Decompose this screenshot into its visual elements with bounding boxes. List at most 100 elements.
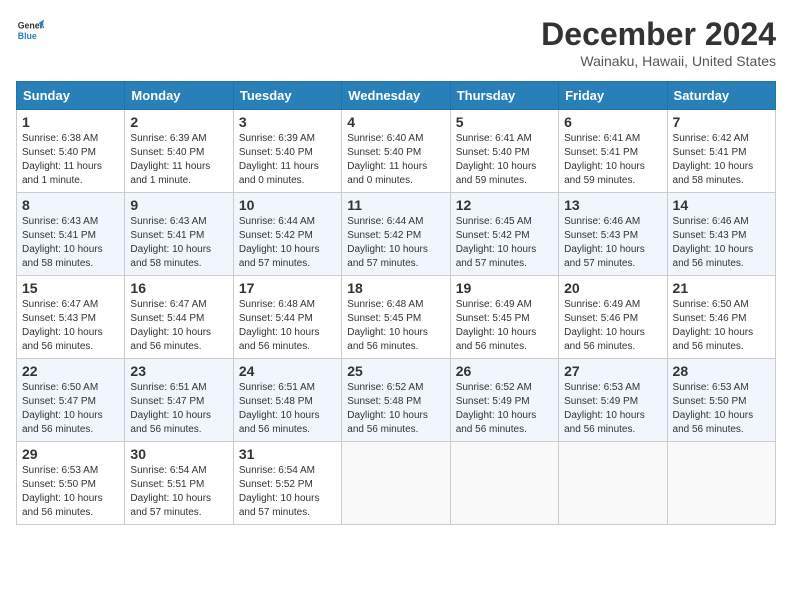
day-cell: 11 Sunrise: 6:44 AMSunset: 5:42 PMDayligh…	[342, 193, 450, 276]
day-cell	[559, 442, 667, 525]
day-info: Sunrise: 6:54 AMSunset: 5:51 PMDaylight:…	[130, 464, 227, 520]
day-number: 13	[564, 197, 661, 213]
day-number: 25	[347, 363, 444, 379]
day-cell: 4 Sunrise: 6:40 AMSunset: 5:40 PMDaylight…	[342, 110, 450, 193]
day-number: 16	[130, 280, 227, 296]
day-number: 19	[456, 280, 553, 296]
day-cell: 17 Sunrise: 6:48 AMSunset: 5:44 PMDayligh…	[233, 276, 341, 359]
title-block: December 2024 Wainaku, Hawaii, United St…	[541, 16, 776, 69]
day-info: Sunrise: 6:39 AMSunset: 5:40 PMDaylight:…	[130, 132, 227, 188]
day-info: Sunrise: 6:40 AMSunset: 5:40 PMDaylight:…	[347, 132, 444, 188]
day-cell: 20 Sunrise: 6:49 AMSunset: 5:46 PMDayligh…	[559, 276, 667, 359]
day-number: 4	[347, 114, 444, 130]
svg-text:General: General	[18, 20, 44, 30]
day-cell: 6Sunrise: 6:41 AMSunset: 5:41 PMDaylight…	[559, 110, 667, 193]
day-cell: 14Sunrise: 6:46 AMSunset: 5:43 PMDayligh…	[667, 193, 775, 276]
page-header: General Blue December 2024 Wainaku, Hawa…	[16, 16, 776, 69]
day-info: Sunrise: 6:44 AMSunset: 5:42 PMDaylight:…	[239, 215, 336, 271]
day-cell: 24 Sunrise: 6:51 AMSunset: 5:48 PMDayligh…	[233, 359, 341, 442]
day-info: Sunrise: 6:45 AMSunset: 5:42 PMDaylight:…	[456, 215, 553, 271]
day-cell: 27 Sunrise: 6:53 AMSunset: 5:49 PMDayligh…	[559, 359, 667, 442]
day-cell: 10 Sunrise: 6:44 AMSunset: 5:42 PMDayligh…	[233, 193, 341, 276]
day-number: 23	[130, 363, 227, 379]
week-row-2: 8 Sunrise: 6:43 AMSunset: 5:41 PMDaylight…	[17, 193, 776, 276]
day-number: 29	[22, 446, 119, 462]
day-cell: 16 Sunrise: 6:47 AMSunset: 5:44 PMDayligh…	[125, 276, 233, 359]
day-number: 27	[564, 363, 661, 379]
day-cell: 22Sunrise: 6:50 AMSunset: 5:47 PMDayligh…	[17, 359, 125, 442]
month-title: December 2024	[541, 16, 776, 53]
week-row-1: 1 Sunrise: 6:38 AMSunset: 5:40 PMDaylight…	[17, 110, 776, 193]
day-cell: 23 Sunrise: 6:51 AMSunset: 5:47 PMDayligh…	[125, 359, 233, 442]
day-cell: 30 Sunrise: 6:54 AMSunset: 5:51 PMDayligh…	[125, 442, 233, 525]
day-cell: 8 Sunrise: 6:43 AMSunset: 5:41 PMDaylight…	[17, 193, 125, 276]
day-number: 20	[564, 280, 661, 296]
weekday-tuesday: Tuesday	[233, 82, 341, 110]
day-cell: 5Sunrise: 6:41 AMSunset: 5:40 PMDaylight…	[450, 110, 558, 193]
day-info: Sunrise: 6:48 AMSunset: 5:44 PMDaylight:…	[239, 298, 336, 354]
day-info: Sunrise: 6:53 AMSunset: 5:50 PMDaylight:…	[673, 381, 770, 437]
day-info: Sunrise: 6:46 AMSunset: 5:43 PMDaylight:…	[673, 215, 770, 271]
day-cell: 15 Sunrise: 6:47 AMSunset: 5:43 PMDayligh…	[17, 276, 125, 359]
day-info: Sunrise: 6:44 AMSunset: 5:42 PMDaylight:…	[347, 215, 444, 271]
week-row-4: 22Sunrise: 6:50 AMSunset: 5:47 PMDayligh…	[17, 359, 776, 442]
day-info: Sunrise: 6:43 AMSunset: 5:41 PMDaylight:…	[130, 215, 227, 271]
day-number: 24	[239, 363, 336, 379]
day-cell	[342, 442, 450, 525]
day-number: 8	[22, 197, 119, 213]
day-number: 10	[239, 197, 336, 213]
weekday-thursday: Thursday	[450, 82, 558, 110]
logo-icon: General Blue	[16, 16, 44, 44]
day-info: Sunrise: 6:46 AMSunset: 5:43 PMDaylight:…	[564, 215, 661, 271]
day-info: Sunrise: 6:50 AMSunset: 5:46 PMDaylight:…	[673, 298, 770, 354]
day-info: Sunrise: 6:47 AMSunset: 5:44 PMDaylight:…	[130, 298, 227, 354]
day-number: 7	[673, 114, 770, 130]
day-cell: 26Sunrise: 6:52 AMSunset: 5:49 PMDayligh…	[450, 359, 558, 442]
day-info: Sunrise: 6:49 AMSunset: 5:46 PMDaylight:…	[564, 298, 661, 354]
day-info: Sunrise: 6:53 AMSunset: 5:49 PMDaylight:…	[564, 381, 661, 437]
day-info: Sunrise: 6:52 AMSunset: 5:48 PMDaylight:…	[347, 381, 444, 437]
day-info: Sunrise: 6:51 AMSunset: 5:47 PMDaylight:…	[130, 381, 227, 437]
day-cell: 18 Sunrise: 6:48 AMSunset: 5:45 PMDayligh…	[342, 276, 450, 359]
logo: General Blue	[16, 16, 44, 44]
day-cell: 2Sunrise: 6:39 AMSunset: 5:40 PMDaylight…	[125, 110, 233, 193]
day-info: Sunrise: 6:54 AMSunset: 5:52 PMDaylight:…	[239, 464, 336, 520]
week-row-3: 15 Sunrise: 6:47 AMSunset: 5:43 PMDayligh…	[17, 276, 776, 359]
day-info: Sunrise: 6:38 AMSunset: 5:40 PMDaylight:…	[22, 132, 119, 188]
day-cell	[450, 442, 558, 525]
day-cell: 21 Sunrise: 6:50 AMSunset: 5:46 PMDayligh…	[667, 276, 775, 359]
day-number: 31	[239, 446, 336, 462]
day-cell: 9Sunrise: 6:43 AMSunset: 5:41 PMDaylight…	[125, 193, 233, 276]
day-number: 1	[22, 114, 119, 130]
week-row-5: 29Sunrise: 6:53 AMSunset: 5:50 PMDayligh…	[17, 442, 776, 525]
day-number: 11	[347, 197, 444, 213]
location: Wainaku, Hawaii, United States	[541, 53, 776, 69]
weekday-sunday: Sunday	[17, 82, 125, 110]
day-number: 12	[456, 197, 553, 213]
day-info: Sunrise: 6:49 AMSunset: 5:45 PMDaylight:…	[456, 298, 553, 354]
calendar-table: SundayMondayTuesdayWednesdayThursdayFrid…	[16, 81, 776, 525]
day-cell: 19 Sunrise: 6:49 AMSunset: 5:45 PMDayligh…	[450, 276, 558, 359]
day-info: Sunrise: 6:51 AMSunset: 5:48 PMDaylight:…	[239, 381, 336, 437]
day-info: Sunrise: 6:47 AMSunset: 5:43 PMDaylight:…	[22, 298, 119, 354]
day-info: Sunrise: 6:48 AMSunset: 5:45 PMDaylight:…	[347, 298, 444, 354]
weekday-monday: Monday	[125, 82, 233, 110]
weekday-friday: Friday	[559, 82, 667, 110]
day-cell: 13 Sunrise: 6:46 AMSunset: 5:43 PMDayligh…	[559, 193, 667, 276]
day-number: 17	[239, 280, 336, 296]
day-info: Sunrise: 6:52 AMSunset: 5:49 PMDaylight:…	[456, 381, 553, 437]
day-cell: 1 Sunrise: 6:38 AMSunset: 5:40 PMDaylight…	[17, 110, 125, 193]
day-cell: 25 Sunrise: 6:52 AMSunset: 5:48 PMDayligh…	[342, 359, 450, 442]
day-number: 21	[673, 280, 770, 296]
day-number: 15	[22, 280, 119, 296]
day-cell: 28Sunrise: 6:53 AMSunset: 5:50 PMDayligh…	[667, 359, 775, 442]
weekday-header-row: SundayMondayTuesdayWednesdayThursdayFrid…	[17, 82, 776, 110]
day-info: Sunrise: 6:41 AMSunset: 5:40 PMDaylight:…	[456, 132, 553, 188]
day-number: 3	[239, 114, 336, 130]
day-info: Sunrise: 6:43 AMSunset: 5:41 PMDaylight:…	[22, 215, 119, 271]
day-info: Sunrise: 6:39 AMSunset: 5:40 PMDaylight:…	[239, 132, 336, 188]
day-cell: 31 Sunrise: 6:54 AMSunset: 5:52 PMDayligh…	[233, 442, 341, 525]
day-cell: 29Sunrise: 6:53 AMSunset: 5:50 PMDayligh…	[17, 442, 125, 525]
day-number: 18	[347, 280, 444, 296]
day-number: 30	[130, 446, 227, 462]
